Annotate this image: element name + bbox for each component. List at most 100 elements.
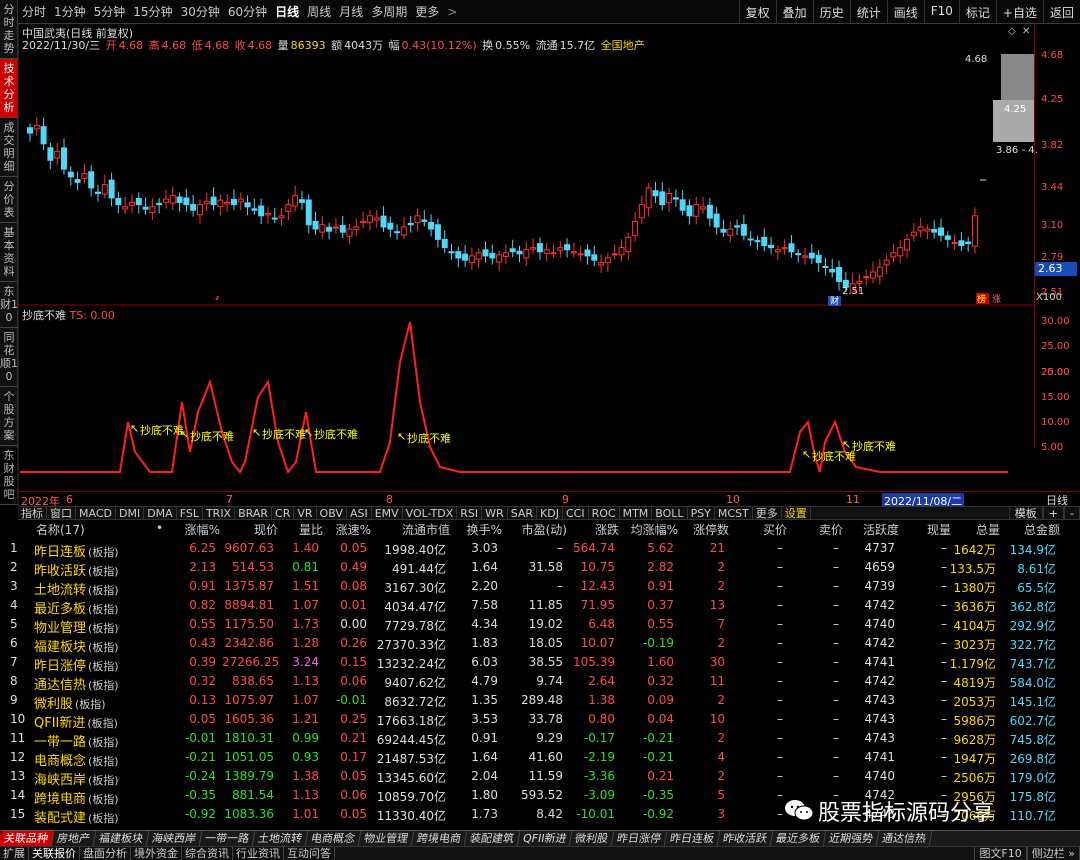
indicator-tab[interactable]: FSL <box>177 507 203 520</box>
column-header[interactable]: 总量 <box>948 521 1000 538</box>
table-row[interactable]: 13 海峡西岸 (板指) -0.24 1389.79 1.38 0.05 13345.60亿 2… <box>0 767 1080 788</box>
column-header[interactable]: 总金额 <box>1000 521 1060 538</box>
table-row[interactable]: 12 电商概念 (板指) -0.21 1051.05 0.93 0.17 21487.53亿 1… <box>0 748 1080 769</box>
cell-price: 1810.31 <box>224 731 274 745</box>
bottom-right-tab[interactable]: 图文F10 <box>974 847 1027 860</box>
related-tab[interactable]: 海峡西岸 <box>146 831 203 846</box>
indicator-tab[interactable]: TRIX <box>203 507 236 520</box>
table-row[interactable]: 6 福建板块 (板指) 0.43 2342.86 1.28 0.26 27370.33亿 1.8… <box>0 634 1080 655</box>
indicator-tab[interactable]: 窗口 <box>47 507 76 520</box>
table-row[interactable]: 7 昨日涨停 (板指) 0.39 27266.25 3.24 0.15 13232.24亿 6.… <box>0 653 1080 674</box>
table-row[interactable]: 2 昨收活跃 (板指) 2.13 514.53 0.81 0.49 491.44亿 1.64 31… <box>0 558 1080 579</box>
column-header[interactable]: 市盈(动) <box>505 521 567 538</box>
related-tab[interactable]: 昨日涨停 <box>612 831 668 846</box>
related-tab[interactable]: 跨境电商 <box>411 831 468 846</box>
bottom-tab[interactable]: 扩展 <box>0 847 29 860</box>
related-tab[interactable]: 物业管理 <box>358 831 415 846</box>
table-row[interactable]: 4 最近多板 (板指) 0.82 8894.81 1.07 0.01 4034.47亿 7.58… <box>0 596 1080 617</box>
indicator-tab[interactable]: ASI <box>347 507 372 520</box>
indicator-tab[interactable]: ROC <box>589 507 620 520</box>
cell-vr: 1.21 <box>292 712 319 726</box>
candle-body <box>618 247 625 256</box>
bottom-tab[interactable]: 行业资讯 <box>233 847 284 860</box>
table-row[interactable]: 9 微利股 (板指) 0.13 1075.97 1.07 -0.01 8632.72亿 1.35… <box>0 691 1080 712</box>
indicator-tab[interactable]: 指标 <box>18 507 47 520</box>
table-row[interactable]: 3 土地流转 (板指) 0.91 1375.87 1.51 0.08 3167.30亿 2.20… <box>0 577 1080 598</box>
table-row[interactable]: 11 一带一路 (板指) -0.01 1810.31 0.99 0.21 69244.45亿 0… <box>0 729 1080 750</box>
candle-body <box>822 265 829 268</box>
indicator-tab[interactable]: MACD <box>76 507 116 520</box>
indicator-tab-control[interactable]: - <box>1064 507 1080 520</box>
indicator-tab[interactable]: RSI <box>457 507 483 520</box>
related-tab[interactable]: 微利股 <box>570 831 615 846</box>
indicator-tab[interactable]: CR <box>272 507 295 520</box>
indicator-tab[interactable]: WR <box>482 507 508 520</box>
indicator-tab[interactable]: EMV <box>372 507 403 520</box>
related-tab[interactable]: 最近多板 <box>771 831 827 846</box>
bottom-tab[interactable]: 综合资讯 <box>182 847 233 860</box>
indicator-tab[interactable]: MCST <box>715 507 753 520</box>
indicator-tab[interactable]: SAR <box>508 507 538 520</box>
indicator-tab[interactable]: DMA <box>144 507 177 520</box>
indicator-tab[interactable]: BOLL <box>652 507 688 520</box>
indicator-tab[interactable]: MTM <box>620 507 653 520</box>
cell-diff: -10.01 <box>576 807 615 821</box>
cell-vol: 5986万 <box>953 714 996 728</box>
related-tab[interactable]: QFII新进 <box>517 831 573 846</box>
cell-lim: 2 <box>717 731 725 745</box>
column-header[interactable]: 均涨幅% <box>622 521 678 538</box>
related-tab[interactable]: 电商概念 <box>305 831 362 846</box>
bottom-tab[interactable]: 盘面分析 <box>80 847 131 860</box>
column-header[interactable]: 涨幅% <box>170 521 220 538</box>
column-header[interactable]: 卖价 <box>792 521 843 538</box>
indicator-tab[interactable]: 设置 <box>782 507 811 520</box>
cell-chg: -0.01 <box>184 731 216 745</box>
column-header[interactable]: 名称(17) <box>36 521 160 538</box>
related-tab[interactable]: 昨日连板 <box>665 831 721 846</box>
kline-chart[interactable]: 4.684.253.86 - 4.2.51财榜涨҂↖ 抄底不难↖ 抄底不难 ↖ 抄底不难… <box>0 0 1080 521</box>
column-header[interactable]: 涨速% <box>326 521 371 538</box>
column-header[interactable]: 活跃度 <box>848 521 899 538</box>
table-row[interactable]: 8 通达信热 (板指) 0.32 838.65 1.13 0.06 9407.62亿 4.79 9… <box>0 672 1080 693</box>
indicator-tab[interactable]: BRAR <box>235 507 273 520</box>
column-header[interactable]: 换手% <box>454 521 502 538</box>
bottom-tab[interactable]: 境外资金 <box>131 847 182 860</box>
bottom-tab[interactable]: 互动问答 <box>284 847 335 860</box>
indicator-tab-control[interactable]: + <box>1042 507 1065 520</box>
cell-turn: 2.20 <box>471 579 498 593</box>
indicator-tab[interactable]: OBV <box>317 507 347 520</box>
indicator-tab[interactable]: VR <box>294 507 317 520</box>
column-header[interactable]: 涨停数 <box>680 521 729 538</box>
indicator-tab[interactable]: VOL-TDX <box>403 507 458 520</box>
related-tab[interactable]: 装配建筑 <box>464 831 521 846</box>
cell-avg: -0.21 <box>642 731 674 745</box>
related-tab[interactable]: 福建板块 <box>93 831 150 846</box>
bottom-right-tab[interactable]: 侧边栏 » <box>1026 847 1080 860</box>
column-header[interactable]: 现价 <box>222 521 278 538</box>
bottom-tab[interactable]: 关联报价 <box>29 847 80 860</box>
related-tab[interactable]: 一带一路 <box>199 831 256 846</box>
indicator-tab[interactable]: 更多 <box>753 507 782 520</box>
column-header[interactable]: 涨跌 <box>568 521 619 538</box>
indicator-tab-control[interactable]: 模板 <box>1008 507 1043 520</box>
related-tab[interactable]: 关联品种 <box>0 831 55 846</box>
column-header[interactable]: 现量 <box>902 521 951 538</box>
related-tab[interactable]: 房地产 <box>51 831 97 846</box>
candle-body <box>917 226 924 232</box>
related-tab[interactable]: 土地流转 <box>252 831 309 846</box>
column-header[interactable]: 买价 <box>736 521 787 538</box>
indicator-tab[interactable]: CCI <box>563 507 589 520</box>
related-tab[interactable]: 昨收活跃 <box>718 831 774 846</box>
related-tab[interactable]: 近期强势 <box>824 831 880 846</box>
candle-body <box>577 253 584 256</box>
indicator-tab[interactable]: DMI <box>116 507 145 520</box>
column-header[interactable]: 量比 <box>282 521 323 538</box>
related-tab[interactable]: 通达信热 <box>877 831 933 846</box>
indicator-tab[interactable]: PSY <box>688 507 715 520</box>
table-row[interactable]: 5 物业管理 (板指) 0.55 1175.50 1.73 0.00 7729.78亿 4.34… <box>0 615 1080 636</box>
cell-chg: -0.24 <box>184 769 216 783</box>
column-header[interactable]: 流通市值 <box>372 521 450 538</box>
table-row[interactable]: 1 昨日连板 (板指) 6.25 9607.63 1.40 0.05 1998.40亿 3.03… <box>0 539 1080 560</box>
table-row[interactable]: 10 QFII新进 (板指) 0.05 1605.36 1.21 0.25 17663.18亿… <box>0 710 1080 731</box>
indicator-tab[interactable]: KDJ <box>537 507 563 520</box>
